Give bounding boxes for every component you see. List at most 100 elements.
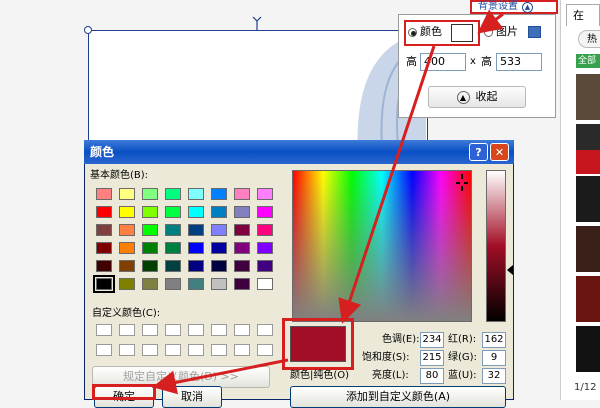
basic-color-cell[interactable] [211, 260, 227, 272]
basic-color-cell[interactable] [142, 206, 158, 218]
basic-color-cell[interactable] [96, 206, 112, 218]
slider-arrow-icon[interactable] [507, 265, 513, 275]
close-button[interactable]: ✕ [490, 143, 509, 161]
cancel-button[interactable]: 取消 [162, 386, 222, 408]
basic-color-cell[interactable] [234, 278, 250, 290]
color-spectrum[interactable] [292, 170, 472, 322]
collapse-button[interactable]: ▲ 收起 [428, 86, 526, 108]
resize-handle[interactable] [84, 26, 92, 34]
custom-color-cell[interactable] [119, 324, 135, 336]
basic-color-cell[interactable] [142, 188, 158, 200]
basic-color-cell[interactable] [119, 224, 135, 236]
custom-color-cell[interactable] [165, 344, 181, 356]
basic-color-cell[interactable] [188, 242, 204, 254]
basic-color-cell[interactable] [119, 206, 135, 218]
custom-color-cell[interactable] [96, 344, 112, 356]
basic-color-cell[interactable] [257, 224, 273, 236]
color-swatch-button[interactable] [451, 24, 473, 42]
thumbnail[interactable] [576, 176, 600, 222]
basic-color-cell[interactable] [165, 206, 181, 218]
luminance-slider[interactable] [486, 170, 506, 322]
basic-color-cell[interactable] [257, 242, 273, 254]
color-radio[interactable] [408, 28, 417, 37]
custom-color-cell[interactable] [257, 324, 273, 336]
basic-color-cell[interactable] [257, 260, 273, 272]
basic-color-cell[interactable] [188, 224, 204, 236]
basic-color-cell[interactable] [257, 188, 273, 200]
basic-color-cell[interactable] [165, 188, 181, 200]
basic-colors-label: 基本颜色(B): [90, 170, 149, 181]
basic-color-cell[interactable] [257, 278, 273, 290]
basic-color-cell[interactable] [211, 206, 227, 218]
basic-color-cell[interactable] [234, 260, 250, 272]
thumbnail[interactable] [576, 326, 600, 372]
basic-color-cell[interactable] [96, 242, 112, 254]
custom-color-cell[interactable] [188, 344, 204, 356]
saturation-input[interactable]: 215 [420, 350, 444, 366]
custom-color-cell[interactable] [257, 344, 273, 356]
picture-radio[interactable] [484, 28, 493, 37]
highlight-box [92, 384, 156, 400]
green-input[interactable]: 9 [482, 350, 506, 366]
basic-color-cell[interactable] [165, 278, 181, 290]
basic-color-cell[interactable] [257, 206, 273, 218]
basic-color-cell[interactable] [234, 188, 250, 200]
basic-color-cell[interactable] [165, 224, 181, 236]
basic-color-cell[interactable] [142, 224, 158, 236]
basic-color-cell[interactable] [211, 242, 227, 254]
tab-current[interactable]: 在 [566, 4, 600, 26]
basic-color-cell[interactable] [96, 260, 112, 272]
custom-color-cell[interactable] [211, 324, 227, 336]
basic-color-cell[interactable] [119, 242, 135, 254]
height-input[interactable]: 400 [420, 53, 466, 71]
custom-color-cell[interactable] [119, 344, 135, 356]
basic-color-cell[interactable] [96, 188, 112, 200]
bg-settings-header[interactable]: 背景设置 ▲ [470, 0, 558, 14]
basic-color-cell[interactable] [119, 260, 135, 272]
custom-color-cell[interactable] [188, 324, 204, 336]
width-input[interactable]: 533 [496, 53, 542, 71]
custom-color-cell[interactable] [234, 324, 250, 336]
basic-color-cell[interactable] [142, 278, 158, 290]
basic-color-cell[interactable] [119, 278, 135, 290]
rotate-handle[interactable] [252, 16, 262, 30]
color-preview [290, 326, 346, 362]
blue-input[interactable]: 32 [482, 368, 506, 384]
red-input[interactable]: 162 [482, 332, 506, 348]
basic-color-cell[interactable] [96, 224, 112, 236]
basic-color-cell[interactable] [211, 188, 227, 200]
add-custom-color-button[interactable]: 添加到自定义颜色(A) [290, 386, 506, 408]
hot-filter-button[interactable]: 热 [578, 30, 600, 48]
basic-color-cell[interactable] [188, 260, 204, 272]
custom-color-cell[interactable] [142, 344, 158, 356]
basic-color-cell[interactable] [234, 242, 250, 254]
basic-color-cell[interactable] [211, 278, 227, 290]
basic-color-cell[interactable] [211, 224, 227, 236]
all-tag[interactable]: 全部 [576, 54, 600, 68]
custom-color-cell[interactable] [142, 324, 158, 336]
picture-icon[interactable] [528, 26, 541, 38]
help-button[interactable]: ? [469, 143, 488, 161]
basic-color-cell[interactable] [93, 275, 115, 293]
basic-color-cell[interactable] [188, 188, 204, 200]
basic-color-cell[interactable] [188, 278, 204, 290]
basic-color-cell[interactable] [188, 206, 204, 218]
thumbnail[interactable] [576, 276, 600, 322]
basic-color-cell[interactable] [119, 188, 135, 200]
custom-color-cell[interactable] [211, 344, 227, 356]
hue-input[interactable]: 234 [420, 332, 444, 348]
basic-color-cell[interactable] [142, 242, 158, 254]
dialog-titlebar[interactable]: 颜色 [84, 140, 514, 164]
thumbnail[interactable] [576, 226, 600, 272]
basic-color-cell[interactable] [142, 260, 158, 272]
custom-color-cell[interactable] [96, 324, 112, 336]
thumbnail[interactable] [576, 150, 600, 174]
basic-color-cell[interactable] [234, 224, 250, 236]
thumbnail[interactable] [576, 74, 600, 120]
basic-color-cell[interactable] [234, 206, 250, 218]
custom-color-cell[interactable] [165, 324, 181, 336]
custom-color-cell[interactable] [234, 344, 250, 356]
luminance-input[interactable]: 80 [420, 368, 444, 384]
basic-color-cell[interactable] [165, 260, 181, 272]
basic-color-cell[interactable] [165, 242, 181, 254]
